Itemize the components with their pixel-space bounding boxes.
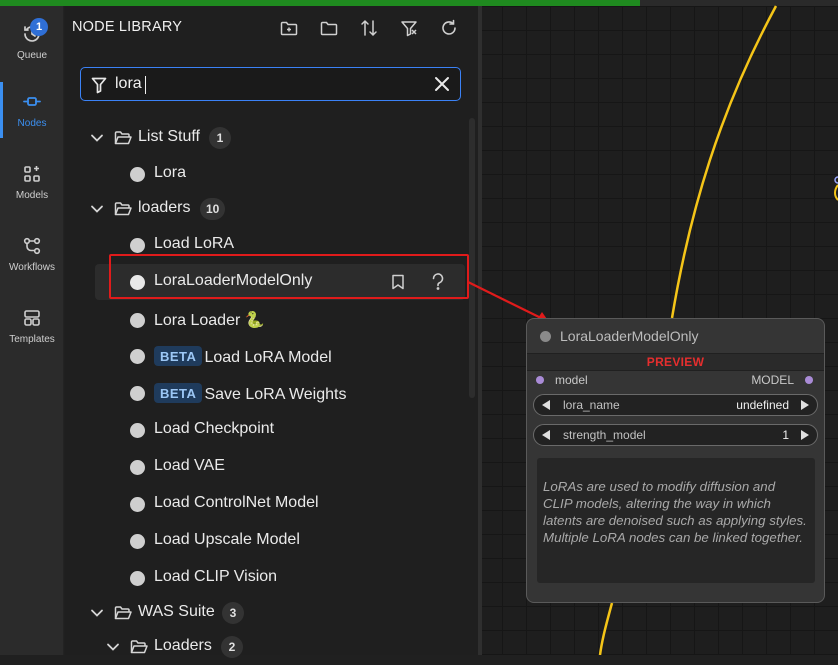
arrow-left-icon[interactable] — [542, 430, 550, 440]
arrow-left-icon[interactable] — [542, 400, 550, 410]
input-slot-dot[interactable] — [536, 376, 544, 384]
input-slot-label: model — [555, 373, 588, 387]
node-title: LoraLoaderModelOnly — [560, 328, 699, 344]
widget-value: undefined — [736, 398, 789, 412]
arrow-right-icon[interactable] — [801, 430, 809, 440]
strength-model-widget[interactable]: strength_model 1 — [533, 424, 818, 446]
lora-name-widget[interactable]: lora_name undefined — [533, 394, 818, 416]
output-slot-dot[interactable] — [805, 376, 813, 384]
node-header: LoraLoaderModelOnly — [527, 319, 824, 353]
callout-arrow — [467, 281, 542, 319]
node-preview-card: LoraLoaderModelOnly PREVIEW model MODEL … — [526, 318, 825, 603]
widget-value: 1 — [782, 428, 789, 442]
output-slot-label: MODEL — [751, 373, 794, 387]
arrow-right-icon[interactable] — [801, 400, 809, 410]
widget-name: strength_model — [563, 428, 646, 442]
highlight-box — [109, 254, 469, 299]
preview-label: PREVIEW — [527, 353, 824, 371]
node-description: LoRAs are used to modify diffusion and C… — [537, 458, 815, 583]
widget-name: lora_name — [563, 398, 620, 412]
collapse-dot-icon[interactable] — [540, 331, 551, 342]
